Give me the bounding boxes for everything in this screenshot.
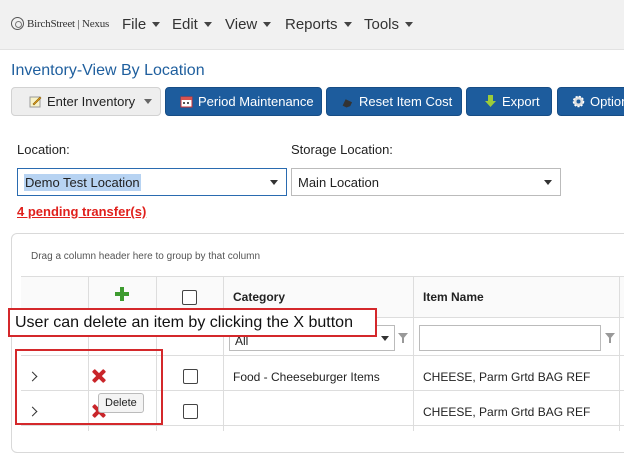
column-divider	[619, 276, 620, 431]
group-by-hint: Drag a column header here to group by th…	[31, 251, 261, 262]
location-selected-value: Demo Test Location	[24, 173, 141, 191]
storage-location-select[interactable]: Main Location	[291, 168, 561, 196]
menu-edit[interactable]: Edit	[172, 16, 212, 33]
location-select[interactable]: Demo Test Location	[17, 168, 287, 196]
menu-label: Tools	[364, 16, 400, 33]
category-filter-icon[interactable]	[398, 333, 408, 343]
item-name-filter-input[interactable]	[419, 325, 601, 351]
options-label: Options	[590, 94, 624, 109]
caret-down-icon	[263, 22, 272, 27]
menu-file[interactable]: File	[122, 16, 161, 33]
chevron-down-icon	[144, 99, 153, 104]
menu-reports[interactable]: Reports	[285, 16, 352, 33]
storage-location-label: Storage Location:	[291, 142, 393, 157]
row-checkbox[interactable]	[183, 369, 198, 384]
caret-down-icon	[203, 22, 212, 27]
menu-label: Reports	[285, 16, 338, 33]
caret-down-icon	[152, 22, 161, 27]
brand-name: BirchStreet | Nexus	[27, 17, 110, 30]
enter-inventory-label: Enter Inventory	[47, 94, 136, 109]
menu-label: File	[122, 16, 147, 33]
caret-down-icon	[343, 22, 352, 27]
pencil-icon	[29, 95, 42, 108]
annotation-callout: User can delete an item by clicking the …	[8, 308, 377, 337]
gear-icon	[572, 95, 585, 108]
page-title: Inventory-View By Location	[11, 62, 205, 79]
eraser-icon	[341, 95, 354, 108]
column-header-item-name[interactable]: Item Name	[423, 290, 484, 304]
menu-label: Edit	[172, 16, 198, 33]
options-button[interactable]: Options	[557, 87, 624, 116]
chevron-down-icon	[544, 180, 552, 185]
select-all-checkbox[interactable]	[182, 290, 197, 305]
column-divider	[413, 276, 414, 431]
export-button[interactable]: Export	[466, 87, 552, 116]
top-navbar: BirchStreet | Nexus File Edit View Repor…	[0, 0, 624, 50]
item-name-cell: CHEESE, Parm Grtd BAG REF	[423, 370, 591, 384]
export-label: Export	[502, 94, 540, 109]
calendar-icon	[180, 95, 193, 108]
download-arrow-icon	[484, 95, 497, 108]
reset-item-cost-button[interactable]: Reset Item Cost	[326, 87, 462, 116]
add-item-icon[interactable]	[115, 287, 129, 301]
storage-location-selected-value: Main Location	[298, 174, 379, 190]
chevron-down-icon	[270, 180, 278, 185]
category-cell: Food - Cheeseburger Items	[233, 370, 380, 384]
item-name-cell: CHEESE, Parm Grtd BAG REF	[423, 405, 591, 419]
menu-tools[interactable]: Tools	[364, 16, 414, 33]
chevron-down-icon	[381, 336, 389, 341]
period-maintenance-label: Period Maintenance	[198, 94, 314, 109]
column-header-category[interactable]: Category	[233, 290, 285, 304]
menu-view[interactable]: View	[225, 16, 272, 33]
brand-logo[interactable]: BirchStreet | Nexus	[11, 17, 109, 30]
menu-label: View	[225, 16, 258, 33]
enter-inventory-button[interactable]: Enter Inventory	[11, 87, 161, 116]
location-label: Location:	[17, 142, 70, 157]
seal-icon	[11, 17, 24, 30]
reset-item-cost-label: Reset Item Cost	[359, 94, 453, 109]
row-checkbox[interactable]	[183, 404, 198, 419]
pending-transfers-link[interactable]: 4 pending transfer(s)	[17, 204, 146, 219]
annotation-highlight-box	[15, 349, 163, 425]
caret-down-icon	[405, 22, 414, 27]
column-divider	[223, 276, 224, 431]
item-name-filter-icon[interactable]	[605, 333, 615, 343]
period-maintenance-button[interactable]: Period Maintenance	[165, 87, 322, 116]
